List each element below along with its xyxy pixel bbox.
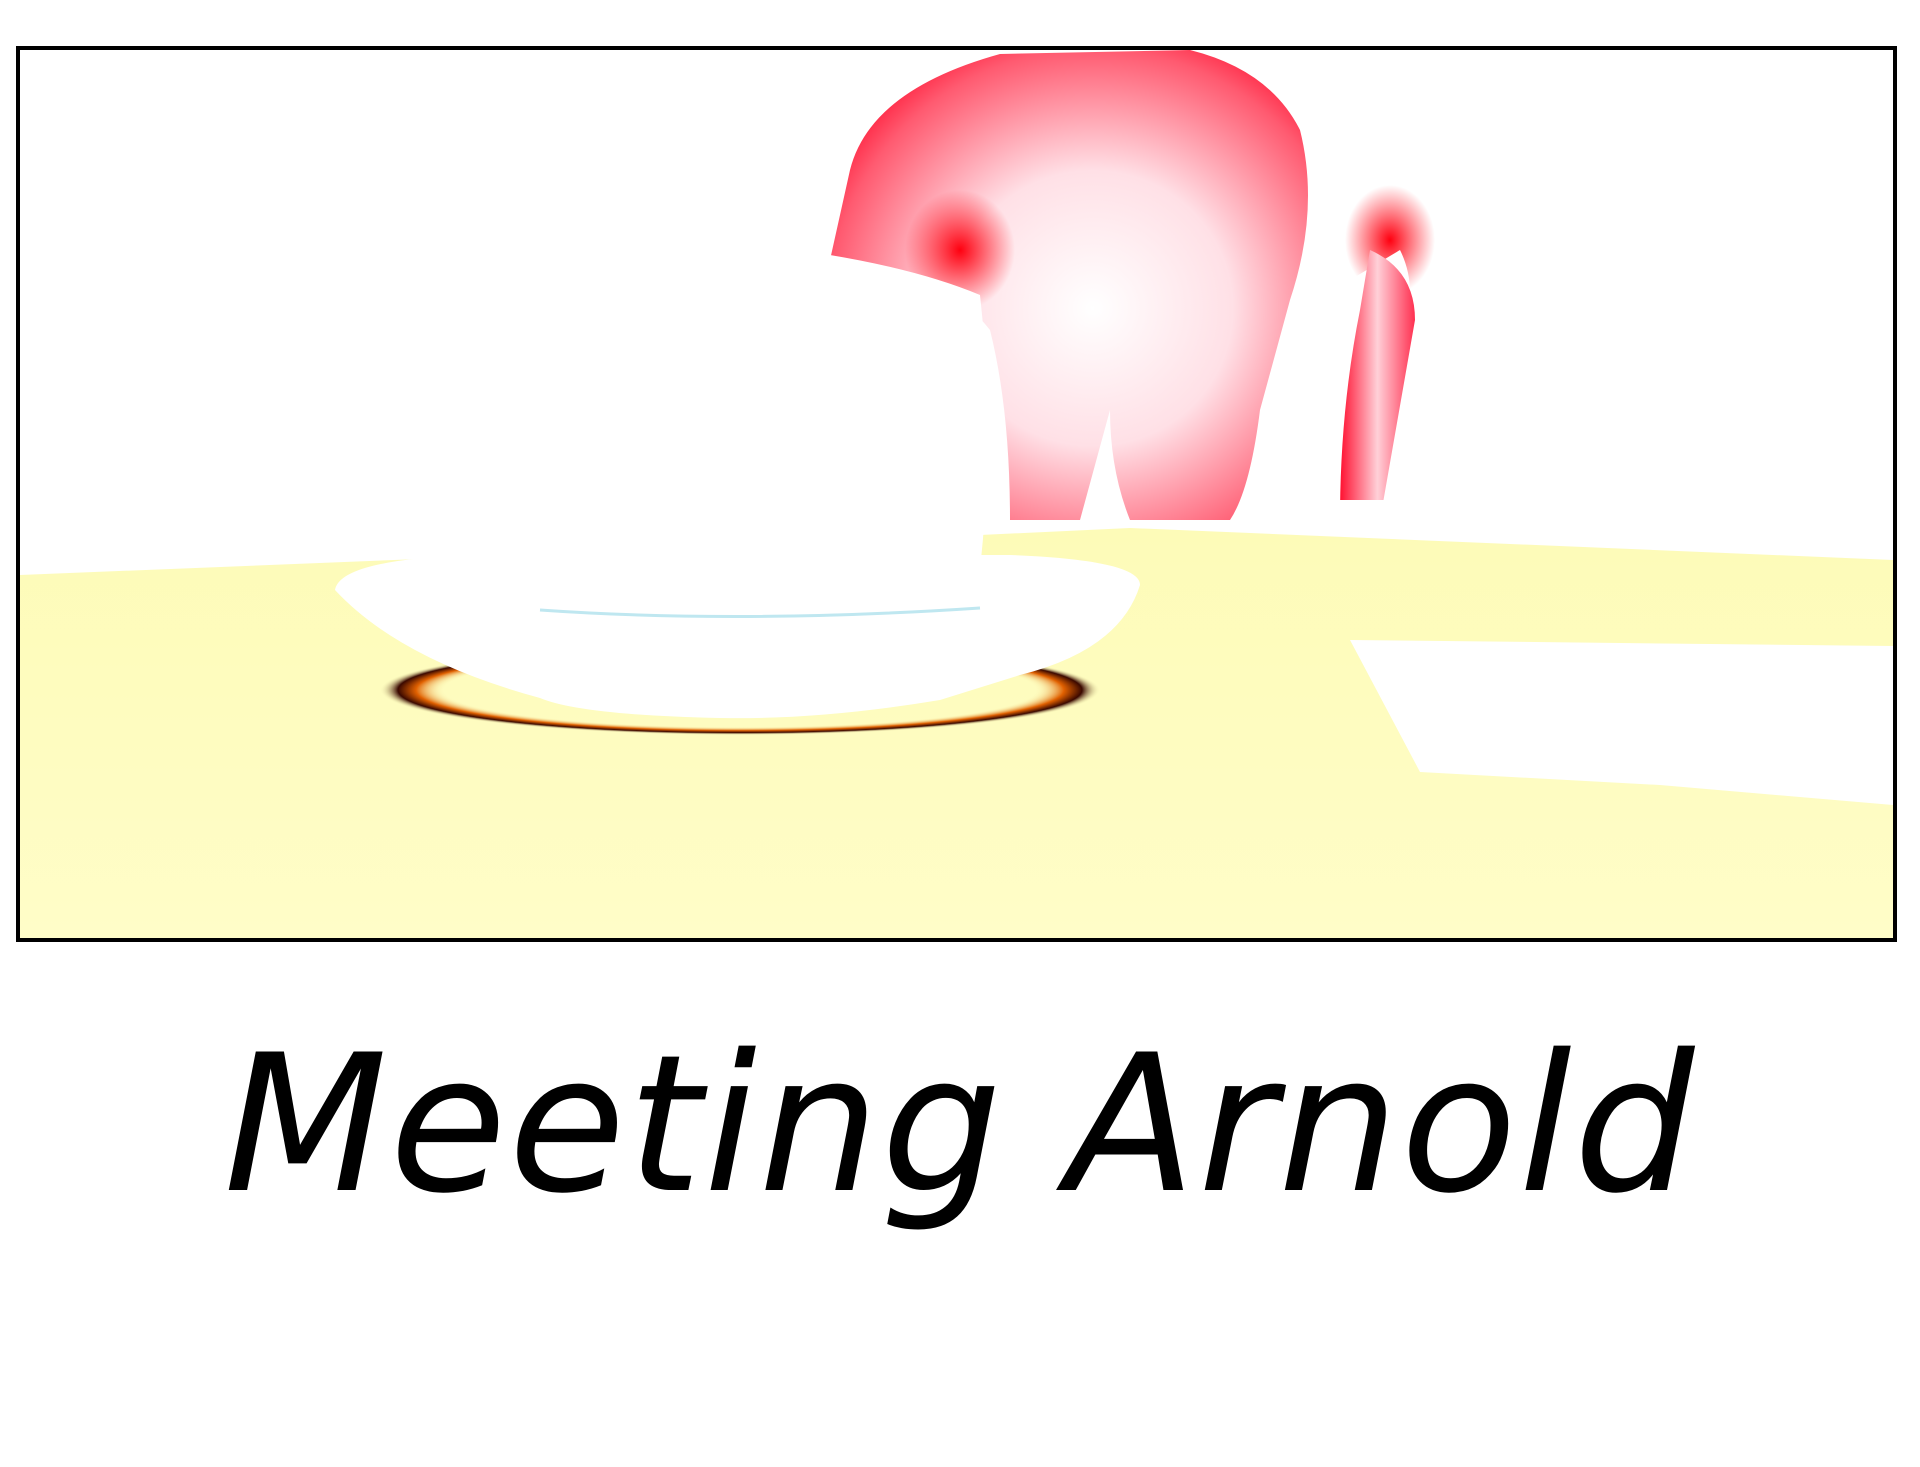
render-frame [16,46,1897,942]
render-scene [20,50,1893,938]
caption-title: Meeting Arnold [223,1014,1697,1235]
cup [508,255,988,606]
